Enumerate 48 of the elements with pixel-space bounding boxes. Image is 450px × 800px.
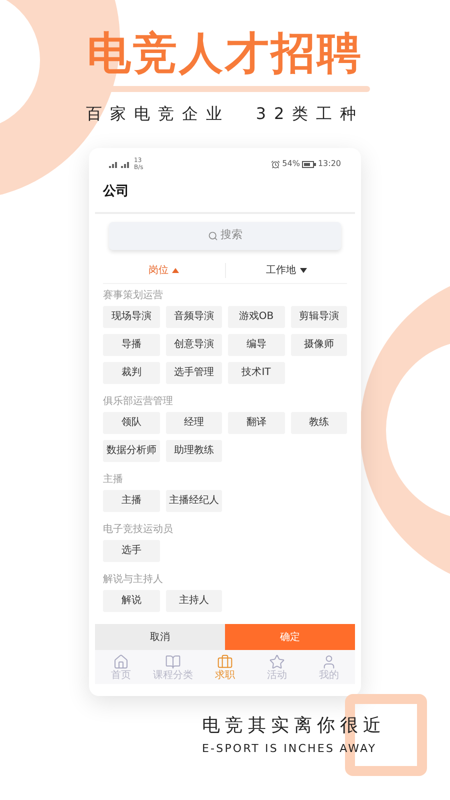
battery-icon xyxy=(302,160,316,168)
signal-icon xyxy=(109,160,131,168)
job-tag[interactable]: 教练 xyxy=(290,412,347,434)
job-tag[interactable]: 音频导演 xyxy=(166,306,222,328)
hero-title: 电竞人才招聘 xyxy=(87,28,363,80)
job-tag[interactable]: 剪辑导演 xyxy=(290,306,347,328)
slogan: 电竞其实离你很近 xyxy=(202,714,386,738)
job-tag[interactable]: 领队 xyxy=(103,412,160,434)
section-title: 解说与主持人 xyxy=(103,574,164,586)
job-tag[interactable]: 选手 xyxy=(103,540,160,562)
cancel-button[interactable]: 取消 xyxy=(95,624,225,650)
job-tag[interactable]: 创意导演 xyxy=(166,334,222,356)
slogan-english: E-SPORT IS INCHES AWAY xyxy=(202,741,377,757)
job-tag[interactable]: 经理 xyxy=(166,412,222,434)
caret-icon xyxy=(300,268,307,272)
hero-subtitle: 百家电竞企业 xyxy=(86,103,230,125)
section-title: 主播 xyxy=(103,474,124,486)
section-title: 赛事策划运营 xyxy=(103,290,164,302)
star-icon xyxy=(269,654,285,670)
page-title: 公司 xyxy=(103,183,129,201)
search-icon xyxy=(208,230,218,240)
job-tag[interactable]: 技术IT xyxy=(228,362,284,384)
job-tag[interactable]: 助理教练 xyxy=(166,440,222,462)
user-icon xyxy=(321,654,337,670)
filter-tab[interactable]: 工作地 xyxy=(266,262,307,278)
section-title: 俱乐部运营管理 xyxy=(103,396,174,408)
home-icon xyxy=(113,654,129,670)
job-tag[interactable]: 主播 xyxy=(103,490,160,512)
job-tag[interactable]: 现场导演 xyxy=(103,306,160,328)
job-tag[interactable]: 翻译 xyxy=(228,412,284,434)
job-tag[interactable]: 摄像师 xyxy=(290,334,347,356)
book-icon xyxy=(165,654,181,670)
job-tag[interactable]: 选手管理 xyxy=(166,362,222,384)
caret-icon xyxy=(172,268,180,272)
job-tag[interactable]: 游戏OB xyxy=(228,306,284,328)
job-tag[interactable]: 主播经纪人 xyxy=(166,490,222,512)
briefcase-icon xyxy=(217,654,233,670)
battery-percent: 54% xyxy=(282,158,300,170)
job-tag[interactable]: 裁判 xyxy=(103,362,160,384)
alarm-icon xyxy=(271,160,280,168)
section-title: 电子竞技运动员 xyxy=(103,524,174,536)
job-tag[interactable]: 编导 xyxy=(228,334,284,356)
job-tag[interactable]: 主持人 xyxy=(166,590,222,612)
hero-subtitle: 32类工种 xyxy=(256,103,364,125)
job-tag[interactable]: 数据分析师 xyxy=(103,440,160,462)
job-tag[interactable]: 解说 xyxy=(103,590,160,612)
job-tag[interactable]: 导播 xyxy=(103,334,160,356)
clock-time: 13:20 xyxy=(318,158,341,170)
